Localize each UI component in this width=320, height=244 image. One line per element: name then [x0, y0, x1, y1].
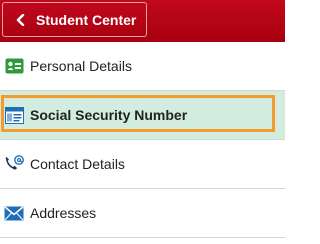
form-table-icon: [3, 104, 25, 126]
envelope-icon: [3, 202, 25, 224]
back-button-label: Student Center: [36, 11, 137, 28]
nav-item-addresses[interactable]: Addresses: [0, 189, 285, 238]
nav-item-label: Addresses: [30, 205, 97, 221]
side-nav: Personal Details Social Security Number: [0, 42, 285, 238]
nav-item-personal-details[interactable]: Personal Details: [0, 42, 285, 91]
phone-email-icon: [3, 153, 25, 175]
header-bar: Student Center: [0, 0, 285, 42]
chevron-left-icon: [14, 13, 28, 27]
id-card-icon: [3, 55, 25, 77]
nav-item-label: Contact Details: [30, 156, 125, 172]
nav-item-label: Social Security Number: [30, 107, 188, 123]
nav-item-label: Personal Details: [30, 58, 132, 74]
nav-item-social-security-number[interactable]: Social Security Number: [0, 91, 285, 140]
nav-item-contact-details[interactable]: Contact Details: [0, 140, 285, 189]
student-center-back-button[interactable]: Student Center: [2, 2, 147, 37]
